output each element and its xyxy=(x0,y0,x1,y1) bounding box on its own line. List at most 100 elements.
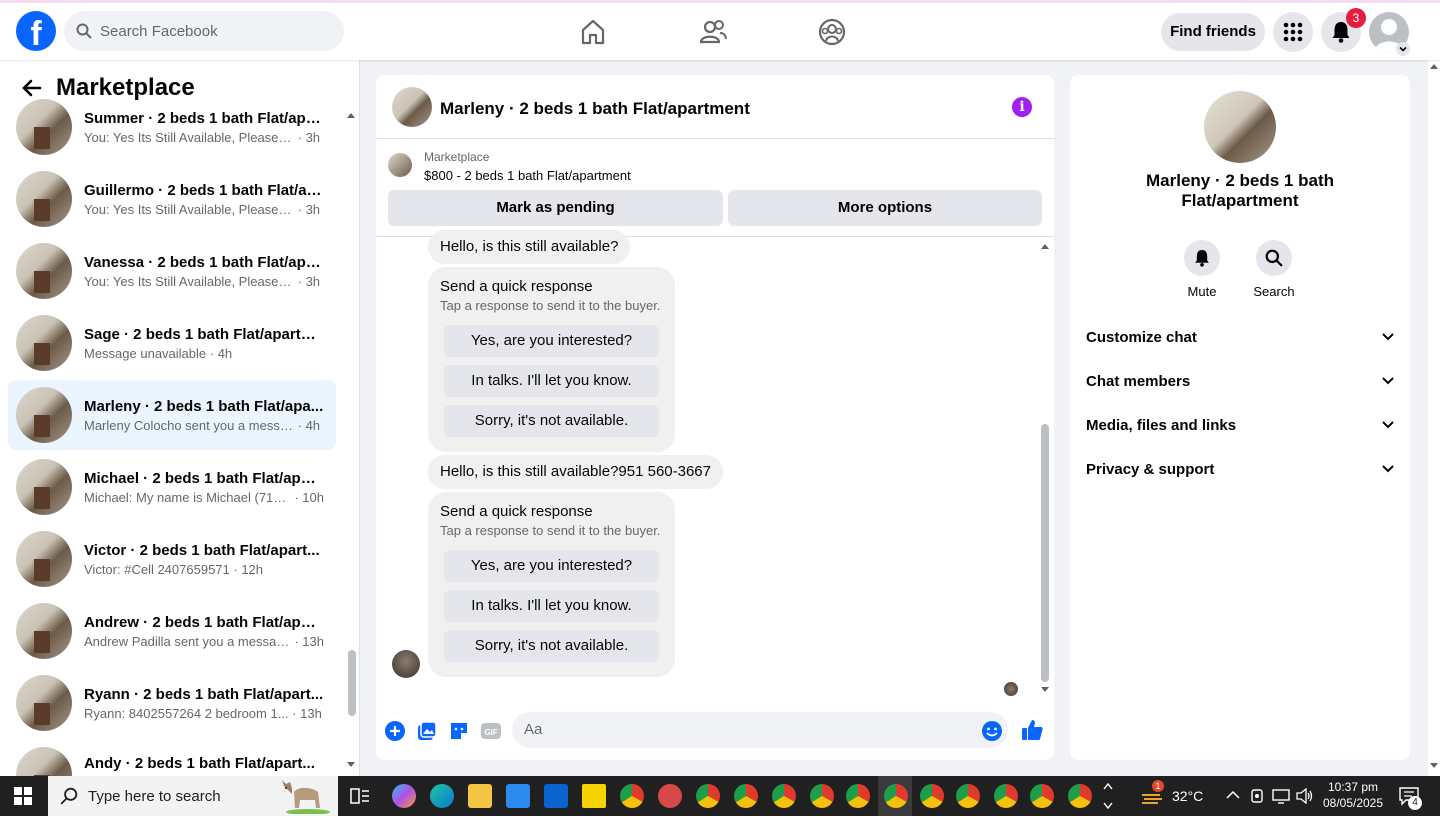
conversation-time: 10h xyxy=(302,489,324,505)
task-view-icon[interactable] xyxy=(350,786,370,806)
chrome-profile-icon[interactable] xyxy=(846,784,870,808)
home-icon[interactable] xyxy=(578,17,608,47)
chat-members-section[interactable]: Chat members xyxy=(1086,369,1394,393)
conversation-item[interactable]: Andy · 2 beds 1 bath Flat/apart... xyxy=(8,743,336,776)
listing-thumbnail xyxy=(16,99,72,155)
edge-browser-icon[interactable] xyxy=(430,784,454,808)
search-icon xyxy=(60,787,78,805)
quick-response-option[interactable]: In talks. I'll let you know. xyxy=(444,590,659,622)
conversation-preview: Ryann: 8402557264 2 bedroom 1... xyxy=(84,705,289,721)
chrome-profile-icon[interactable] xyxy=(994,784,1018,808)
photo-icon[interactable] xyxy=(416,720,438,742)
chat-avatar[interactable] xyxy=(392,87,432,127)
chrome-profile-icon[interactable] xyxy=(620,784,644,808)
conversation-item[interactable]: Vanessa · 2 beds 1 bath Flat/apa... You:… xyxy=(8,239,336,303)
chevron-up-icon[interactable] xyxy=(1226,790,1240,800)
scroll-down-arrow-icon[interactable] xyxy=(1040,686,1050,694)
conversation-item[interactable]: Victor · 2 beds 1 bath Flat/apart... Vic… xyxy=(8,527,336,591)
chrome-profile-icon-active[interactable] xyxy=(884,784,908,808)
emoji-icon[interactable] xyxy=(981,720,1003,742)
volume-icon[interactable] xyxy=(1296,788,1314,804)
conversation-item[interactable]: Summer · 2 beds 1 bath Flat/apa... You: … xyxy=(8,95,336,159)
clock[interactable]: 10:37 pm 08/05/2025 xyxy=(1318,779,1388,811)
conversation-time: 12h xyxy=(241,561,264,577)
message-bubble: Hello, is this still available?951 560-3… xyxy=(428,455,723,489)
search-facebook-input[interactable]: Search Facebook xyxy=(64,11,344,51)
chat-title[interactable]: Marleny · 2 beds 1 bath Flat/apartment xyxy=(440,99,750,119)
temperature-label[interactable]: 32°C xyxy=(1172,788,1203,804)
scroll-up-arrow-icon[interactable] xyxy=(346,111,356,119)
media-files-links-section[interactable]: Media, files and links xyxy=(1086,413,1394,437)
chrome-profile-icon[interactable] xyxy=(1030,784,1054,808)
listing-title[interactable]: $800 - 2 beds 1 bath Flat/apartment xyxy=(424,168,631,183)
groups-icon[interactable] xyxy=(817,17,847,47)
conversation-preview: You: Yes Its Still Available, Please Se.… xyxy=(84,273,294,289)
bell-icon xyxy=(1195,250,1209,267)
customize-chat-section[interactable]: Customize chat xyxy=(1086,325,1394,349)
network-icon[interactable] xyxy=(1272,788,1290,804)
scroll-up-arrow-icon[interactable] xyxy=(1040,242,1050,250)
thumbs-up-icon[interactable] xyxy=(1020,718,1044,742)
sender-avatar[interactable] xyxy=(392,650,420,678)
windows-start-icon[interactable] xyxy=(14,787,32,805)
conversation-item[interactable]: Ryann · 2 beds 1 bath Flat/apart... Ryan… xyxy=(8,671,336,735)
conversation-avatar-large[interactable] xyxy=(1204,91,1276,163)
chat-scrollbar[interactable] xyxy=(1041,424,1049,682)
listing-thumbnail xyxy=(16,675,72,731)
privacy-support-section[interactable]: Privacy & support xyxy=(1086,457,1394,481)
find-friends-button[interactable]: Find friends xyxy=(1161,13,1265,51)
microsoft-store-icon[interactable] xyxy=(506,784,530,808)
page-scrollbar[interactable] xyxy=(1428,60,1440,776)
sticker-icon[interactable] xyxy=(448,720,470,742)
gif-icon[interactable]: GIF xyxy=(480,720,502,742)
chrome-profile-icon[interactable] xyxy=(772,784,796,808)
chrome-profile-icon[interactable] xyxy=(734,784,758,808)
copilot-app-icon[interactable] xyxy=(392,784,416,808)
chevron-down-icon[interactable] xyxy=(1396,42,1410,56)
listing-thumbnail xyxy=(16,531,72,587)
sidebar-scrollbar[interactable] xyxy=(348,650,356,716)
mute-label: Mute xyxy=(1187,284,1217,299)
meet-now-icon[interactable] xyxy=(1250,788,1264,804)
more-options-button[interactable]: More options xyxy=(728,190,1042,226)
outlook-icon[interactable] xyxy=(544,784,568,808)
quick-response-option[interactable]: Yes, are you interested? xyxy=(444,550,659,582)
taskbar-scroll-arrows-icon[interactable] xyxy=(1102,780,1114,812)
quick-response-subtext: Tap a response to send it to the buyer. xyxy=(440,298,661,313)
search-in-conversation-button[interactable]: Search xyxy=(1244,240,1304,299)
conversation-item[interactable]: Andrew · 2 beds 1 bath Flat/apar... Andr… xyxy=(8,599,336,663)
scroll-down-arrow-icon[interactable] xyxy=(346,761,356,769)
conversation-name: Sage · 2 beds 1 bath Flat/apartm... xyxy=(84,325,324,343)
conversation-item[interactable]: Sage · 2 beds 1 bath Flat/apartm... Mess… xyxy=(8,311,336,375)
conversation-name: Ryann · 2 beds 1 bath Flat/apart... xyxy=(84,685,324,703)
plus-circle-icon[interactable] xyxy=(384,720,406,742)
file-explorer-icon[interactable] xyxy=(468,784,492,808)
menu-button[interactable] xyxy=(1273,12,1313,52)
sticky-notes-icon[interactable] xyxy=(582,784,606,808)
quick-response-option[interactable]: Sorry, it's not available. xyxy=(444,630,659,662)
conversation-item[interactable]: Michael · 2 beds 1 bath Flat/apar... Mic… xyxy=(8,455,336,519)
scroll-down-arrow-icon[interactable] xyxy=(1429,762,1439,770)
quick-response-option[interactable]: Sorry, it's not available. xyxy=(444,405,659,437)
chrome-profile-icon[interactable] xyxy=(1068,784,1092,808)
section-label: Customize chat xyxy=(1086,328,1197,346)
message-input[interactable]: Aa xyxy=(512,712,1008,748)
chrome-profile-icon[interactable] xyxy=(696,784,720,808)
marketplace-listing-card: Marketplace $800 - 2 beds 1 bath Flat/ap… xyxy=(376,139,1054,237)
quick-response-option[interactable]: In talks. I'll let you know. xyxy=(444,365,659,397)
conversation-item-active[interactable]: Marleny · 2 beds 1 bath Flat/apa... Marl… xyxy=(8,380,336,450)
scroll-up-arrow-icon[interactable] xyxy=(1429,62,1439,70)
chrome-profile-icon[interactable] xyxy=(810,784,834,808)
mute-button[interactable]: Mute xyxy=(1172,240,1232,299)
friends-icon[interactable] xyxy=(698,17,728,47)
chrome-profile-icon[interactable] xyxy=(920,784,944,808)
info-icon[interactable]: i xyxy=(1012,97,1032,117)
chrome-profile-icon[interactable] xyxy=(956,784,980,808)
conversation-item[interactable]: Guillermo · 2 beds 1 bath Flat/ap... You… xyxy=(8,167,336,231)
facebook-logo[interactable]: f xyxy=(16,11,56,51)
mark-as-pending-button[interactable]: Mark as pending xyxy=(388,190,723,226)
quick-response-option[interactable]: Yes, are you interested? xyxy=(444,325,659,357)
marketplace-sidebar: Marketplace Summer · 2 beds 1 bath Flat/… xyxy=(0,60,360,776)
taskbar-search-input[interactable]: Type here to search xyxy=(48,776,338,816)
snipping-tool-icon[interactable] xyxy=(658,784,682,808)
